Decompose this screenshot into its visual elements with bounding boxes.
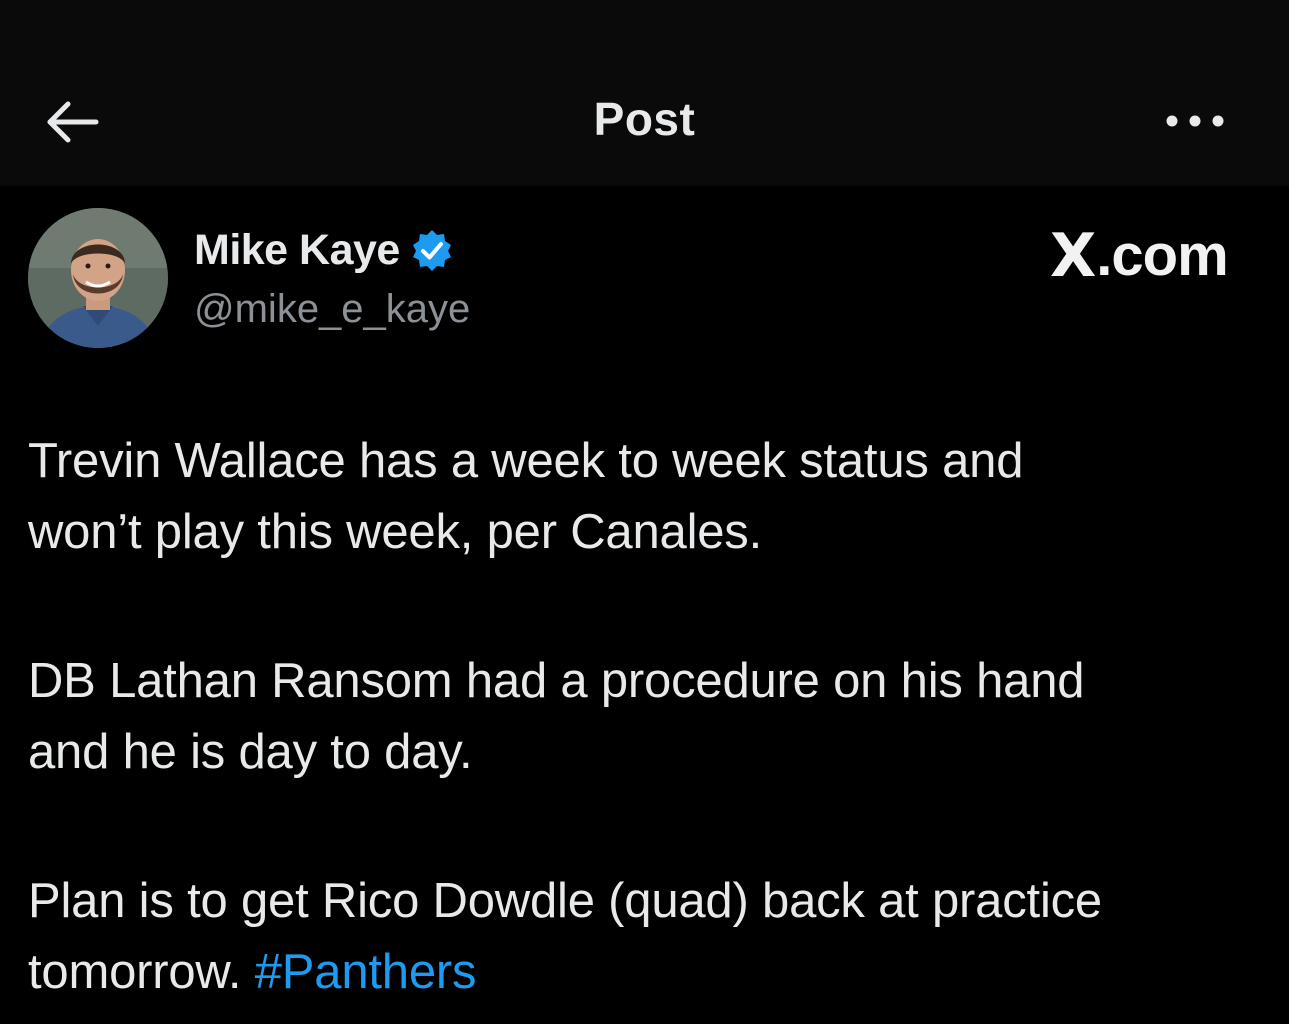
post-text-line: DB Lathan Ransom had a procedure on his … <box>28 654 1085 708</box>
author-name[interactable]: Mike Kaye <box>194 226 400 275</box>
post-text-line: won’t play this week, per Canales. <box>28 505 763 559</box>
post-text-line: Trevin Wallace has a week to week status… <box>28 434 1024 488</box>
top-app-bar: Post <box>0 0 1289 186</box>
post-paragraph: Trevin Wallace has a week to week status… <box>28 426 1258 568</box>
post-text-line: and he is day to day. <box>28 725 473 779</box>
hashtag-link[interactable]: #Panthers <box>255 945 477 999</box>
post-paragraph: DB Lathan Ransom had a procedure on his … <box>28 646 1258 788</box>
x-logo-icon: X <box>1050 221 1097 291</box>
profile-photo <box>28 208 168 348</box>
verified-badge-icon <box>412 230 451 271</box>
page-title: Post <box>593 93 696 145</box>
post-paragraph: Plan is to get Rico Dowdle (quad) back a… <box>28 866 1258 1008</box>
more-options-button[interactable] <box>1160 104 1230 138</box>
post-text-line: tomorrow. #Panthers <box>28 937 1258 1008</box>
post-text-fragment: tomorrow. <box>28 945 255 999</box>
more-horizontal-icon <box>1166 115 1224 127</box>
watermark-domain: .com <box>1096 223 1228 288</box>
post-text-line: Plan is to get Rico Dowdle (quad) back a… <box>28 874 1102 928</box>
author-name-row[interactable]: Mike Kaye <box>194 224 454 276</box>
avatar[interactable] <box>28 208 168 348</box>
x-com-watermark: X .com <box>1050 221 1229 291</box>
author-handle[interactable]: @mike_e_kaye <box>194 287 470 332</box>
